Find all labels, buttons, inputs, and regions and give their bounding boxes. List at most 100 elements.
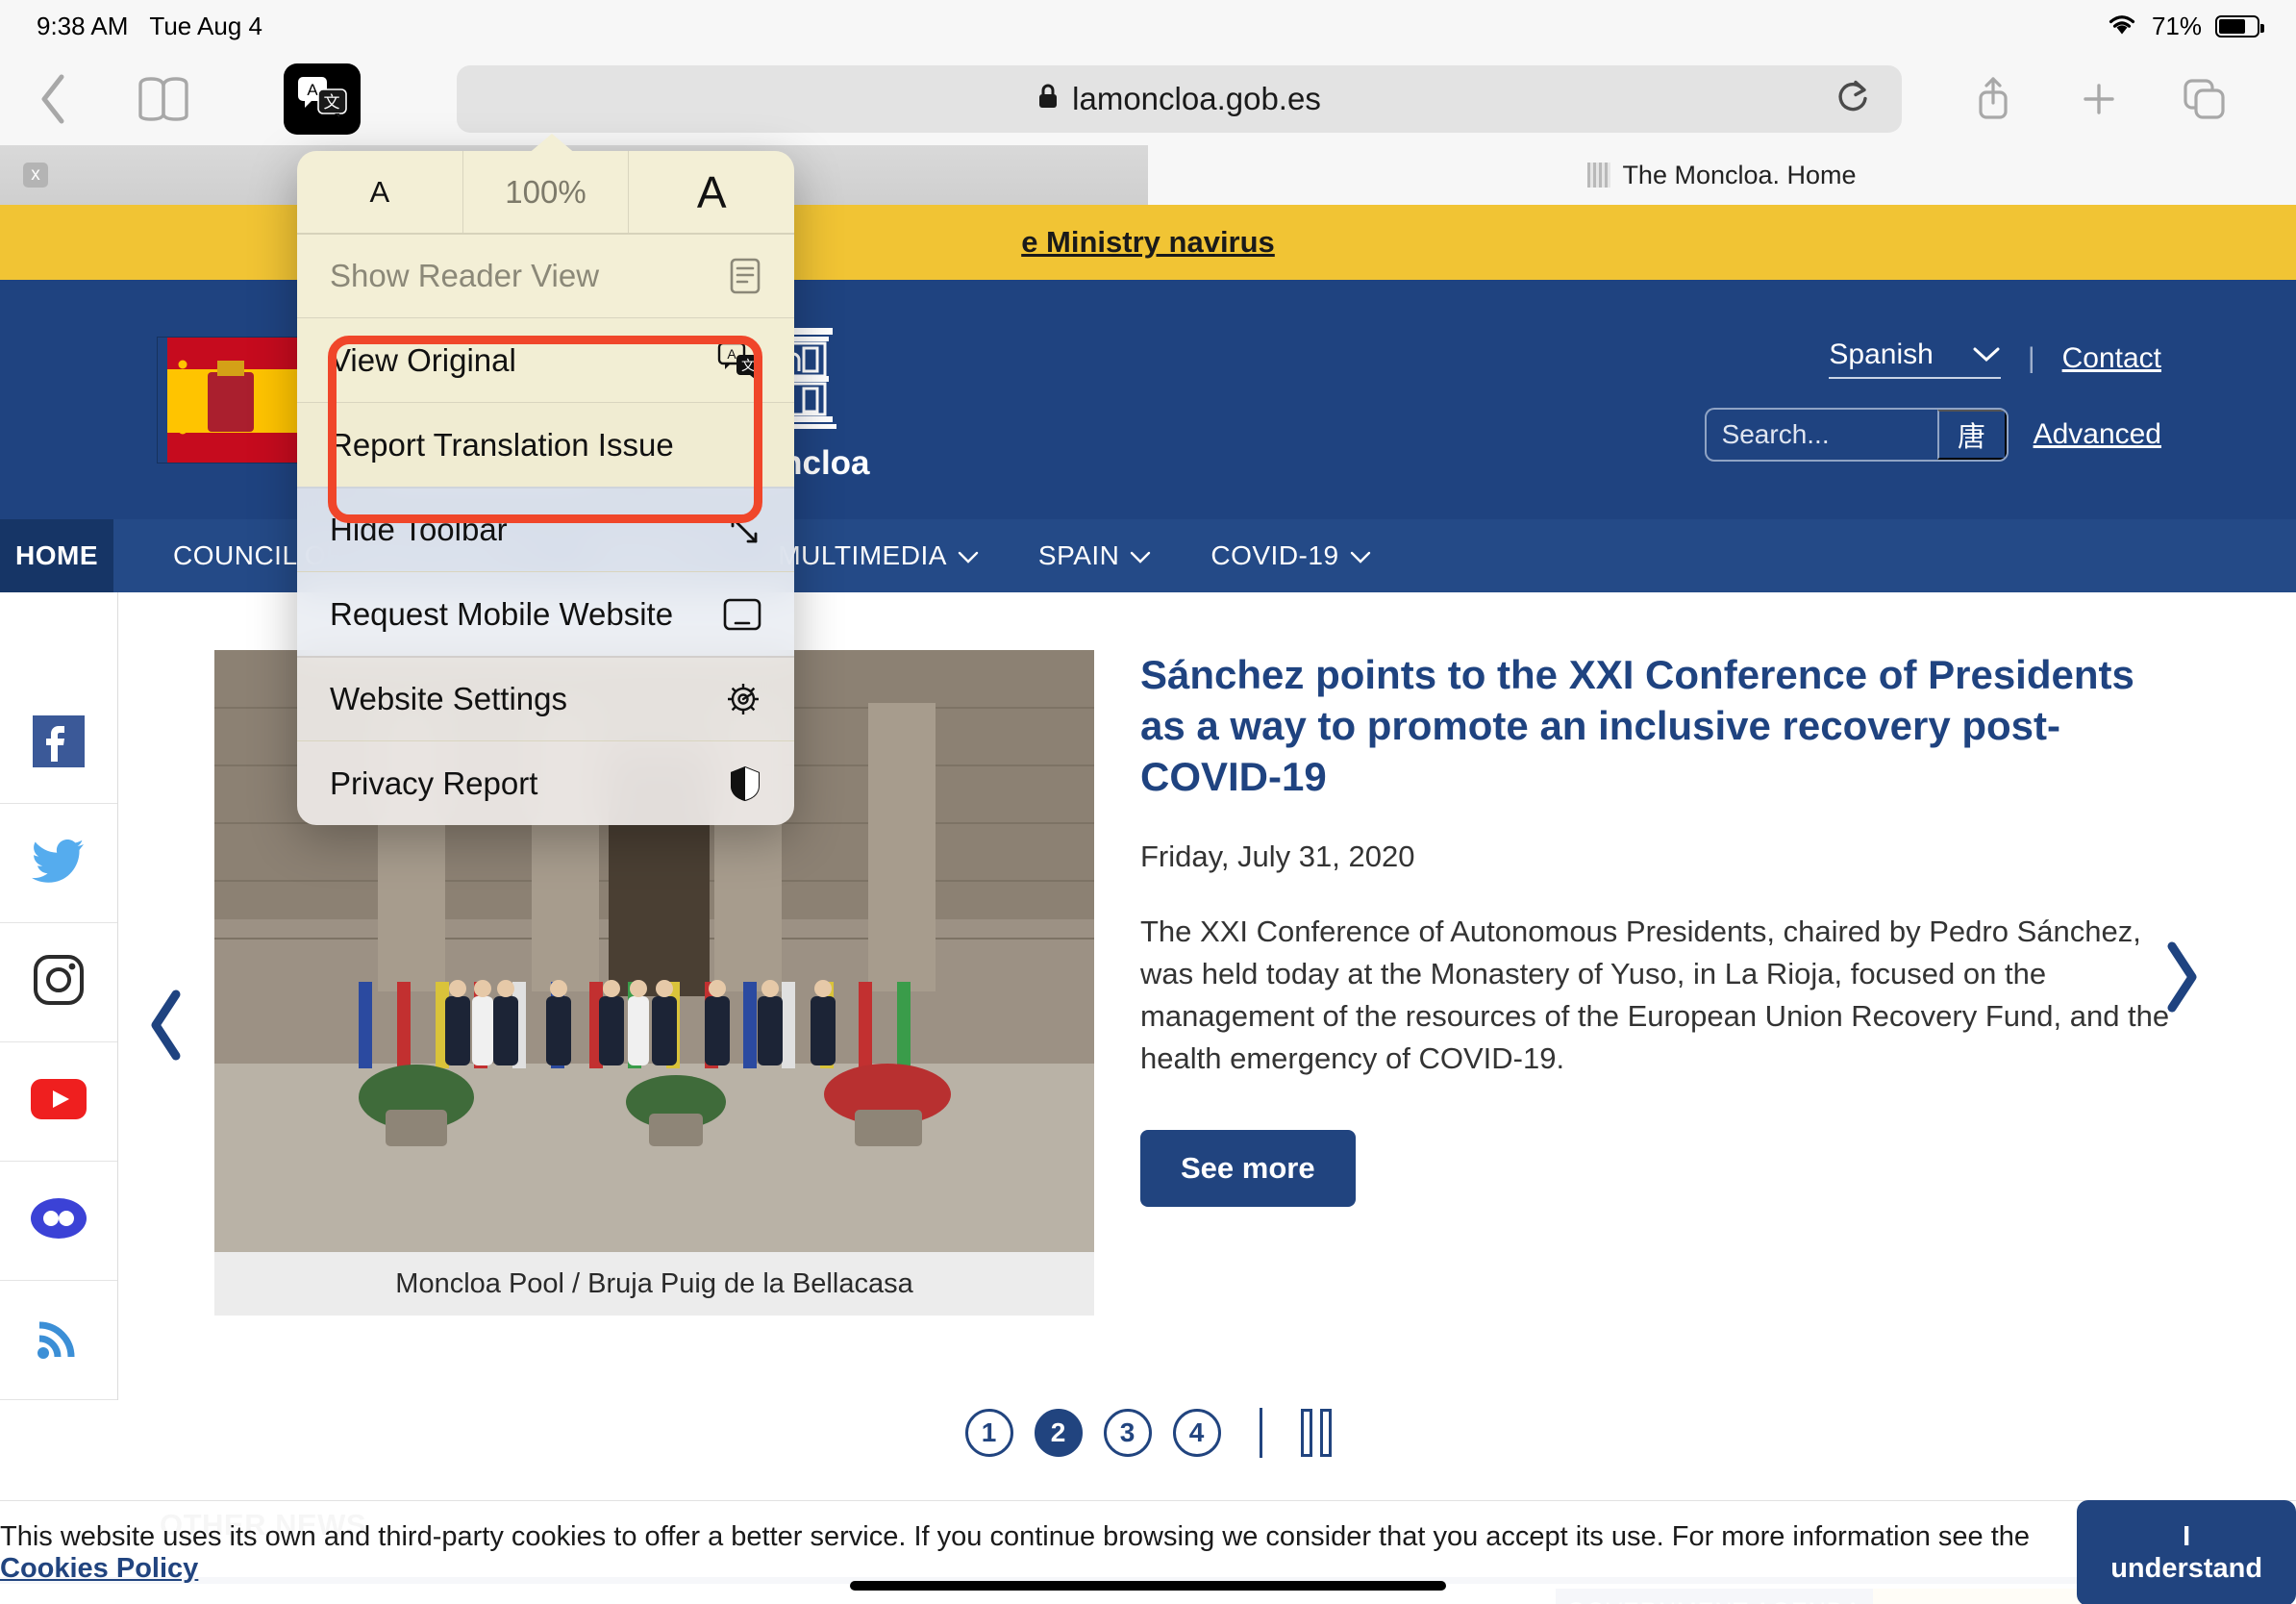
shield-icon [729, 764, 761, 803]
menu-item-request-mobile-website[interactable]: Request Mobile Website [297, 571, 794, 656]
zoom-controls: A 100% A [297, 151, 794, 233]
svg-text:A: A [307, 81, 318, 99]
cookies-policy-link[interactable]: Cookies Policy [0, 1553, 198, 1584]
browser-tab[interactable]: The Moncloa. Home [1148, 145, 2296, 205]
reader-view-icon [729, 257, 761, 295]
social-link-flickr[interactable] [0, 1162, 117, 1281]
popover-caret [527, 134, 577, 155]
social-link-facebook[interactable] [0, 685, 117, 804]
search-submit-button[interactable]: 唐 [1937, 410, 2007, 460]
moncloa-favicon [1587, 163, 1610, 188]
menu-item-show-reader-view[interactable]: Show Reader View [297, 233, 794, 317]
back-button[interactable] [0, 52, 106, 145]
share-button[interactable] [1940, 52, 2046, 145]
nav-item-spain[interactable]: SPAIN [1038, 540, 1151, 571]
reload-button[interactable] [1834, 77, 1871, 120]
zoom-out-button[interactable]: A [297, 151, 463, 233]
facebook-icon [33, 715, 85, 772]
header-top-row: Spanish | Contact [1829, 338, 2161, 379]
nav-item-home[interactable]: HOME [0, 519, 113, 592]
expand-diagonal-icon [727, 513, 761, 547]
menu-item-hide-toolbar[interactable]: Hide Toolbar [297, 487, 794, 571]
battery-percent-label: 71% [2152, 12, 2202, 41]
menu-item-label: Request Mobile Website [330, 596, 673, 633]
carousel-next-button[interactable] [2159, 939, 2204, 1020]
chevron-down-icon [958, 540, 979, 571]
close-icon[interactable]: x [23, 163, 48, 188]
toolbar-actions [1940, 52, 2296, 145]
menu-item-label: Report Translation Issue [330, 427, 674, 464]
home-indicator[interactable] [850, 1581, 1446, 1591]
battery-icon [2215, 15, 2259, 38]
page-settings-popover: A 100% A Show Reader View View Original … [297, 151, 794, 825]
menu-item-label: Website Settings [330, 681, 567, 717]
carousel-page-2[interactable]: 2 [1035, 1409, 1083, 1457]
search-input[interactable] [1707, 410, 1937, 460]
article-headline[interactable]: Sánchez points to the XXI Conference of … [1140, 650, 2171, 803]
rss-icon [35, 1314, 83, 1366]
nav-item-covid-19[interactable]: COVID-19 [1210, 540, 1370, 571]
cookie-message: This website uses its own and third-part… [0, 1521, 2030, 1552]
see-more-button[interactable]: See more [1140, 1130, 1356, 1207]
status-bar-left: 9:38 AM Tue Aug 4 [37, 12, 262, 41]
bookmarks-button[interactable] [106, 52, 221, 145]
advanced-search-link[interactable]: Advanced [2034, 418, 2161, 451]
translate-button[interactable]: A 文 [284, 63, 361, 135]
flickr-icon [31, 1198, 87, 1243]
mobile-website-icon [723, 598, 761, 631]
pause-icon [1301, 1409, 1312, 1457]
menu-item-label: Hide Toolbar [330, 512, 508, 548]
carousel-pagination: 1 2 3 4 [0, 1408, 2296, 1458]
social-link-twitter[interactable] [0, 804, 117, 923]
menu-item-website-settings[interactable]: Website Settings [297, 656, 794, 740]
menu-item-label: Privacy Report [330, 765, 537, 802]
covid-alert-link[interactable]: e Ministry navirus [1021, 225, 1275, 260]
date: Tue Aug 4 [149, 12, 262, 41]
menu-item-label: Show Reader View [330, 258, 599, 294]
address-bar[interactable]: lamoncloa.gob.es [457, 65, 1902, 133]
carousel-page-3[interactable]: 3 [1104, 1409, 1152, 1457]
carousel-pause-button[interactable] [1301, 1409, 1332, 1457]
contact-link[interactable]: Contact [2062, 342, 2161, 375]
translate-icon: A 文 [717, 341, 761, 380]
svg-text:A: A [727, 346, 736, 362]
search-box[interactable]: 唐 [1705, 408, 2009, 462]
status-bar: 9:38 AM Tue Aug 4 71% [0, 0, 2296, 52]
carousel-prev-button[interactable] [118, 650, 214, 1400]
carousel-page-4[interactable]: 4 [1173, 1409, 1221, 1457]
chevron-down-icon [1350, 540, 1371, 571]
zoom-in-button[interactable]: A [629, 151, 794, 233]
cookie-accept-button[interactable]: I understand [2077, 1500, 2296, 1604]
gear-icon [725, 681, 761, 717]
tabs-overview-button[interactable] [2152, 52, 2258, 145]
menu-item-report-translation-issue[interactable]: Report Translation Issue [297, 402, 794, 487]
tab-title: The Moncloa. Home [1622, 161, 1856, 190]
header-utilities: Spanish | Contact 唐 Advanced [1705, 338, 2161, 462]
nav-item-multimedia[interactable]: MULTIMEDIA [778, 540, 979, 571]
social-link-rss[interactable] [0, 1281, 117, 1400]
new-tab-button[interactable] [2046, 52, 2152, 145]
menu-item-view-original[interactable]: View Original A 文 [297, 317, 794, 402]
social-sidebar [0, 592, 118, 1400]
nav-label: MULTIMEDIA [778, 540, 947, 571]
svg-text:文: 文 [324, 93, 340, 113]
nav-label: SPAIN [1038, 540, 1119, 571]
social-link-youtube[interactable] [0, 1042, 117, 1162]
menu-item-privacy-report[interactable]: Privacy Report [297, 740, 794, 825]
zoom-level-label[interactable]: 100% [463, 151, 630, 233]
nav-label: COVID-19 [1210, 540, 1338, 571]
header-search-row: 唐 Advanced [1705, 408, 2161, 462]
twitter-icon [32, 838, 86, 889]
carousel-page-1[interactable]: 1 [965, 1409, 1013, 1457]
clock: 9:38 AM [37, 12, 128, 41]
pause-icon [1320, 1409, 1332, 1457]
social-link-instagram[interactable] [0, 923, 117, 1042]
article-summary: The XXI Conference of Autonomous Preside… [1140, 911, 2171, 1080]
language-value: Spanish [1829, 338, 1933, 371]
language-selector[interactable]: Spanish [1829, 338, 2000, 379]
instagram-icon [33, 954, 85, 1011]
carousel-slide-text: Sánchez points to the XXI Conference of … [1094, 650, 2296, 1400]
divider [1260, 1408, 1262, 1458]
carousel-caption: Moncloa Pool / Bruja Puig de la Bellacas… [214, 1252, 1094, 1316]
status-bar-right: 71% [2106, 11, 2259, 42]
